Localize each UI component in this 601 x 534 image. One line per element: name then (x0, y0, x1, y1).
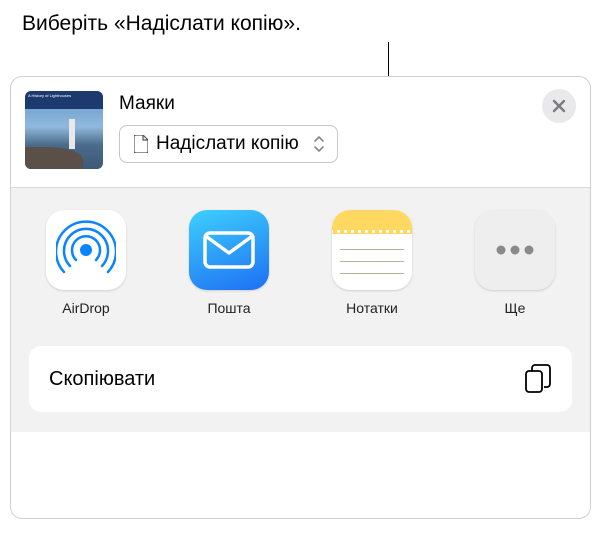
send-mode-dropdown[interactable]: Надіслати копію (119, 125, 338, 163)
action-label: Скопіювати (49, 368, 155, 391)
apps-section: AirDrop Пошта Н (11, 188, 590, 334)
copy-action[interactable]: Скопіювати (29, 346, 572, 412)
app-label: Ще (505, 300, 526, 316)
close-icon (552, 99, 566, 113)
chevron-up-down-icon (313, 135, 325, 153)
more-icon (475, 210, 555, 290)
callout-text: Виберіть «Надіслати копію». (22, 12, 301, 36)
apps-row: AirDrop Пошта Н (41, 210, 560, 316)
sheet-header: A History of Lighthouses Маяки Надіслати… (11, 77, 590, 187)
share-app-airdrop[interactable]: AirDrop (41, 210, 131, 316)
app-label: Пошта (207, 300, 250, 316)
document-icon (134, 135, 148, 153)
header-info: Маяки Надіслати копію (119, 91, 576, 163)
share-app-mail[interactable]: Пошта (184, 210, 274, 316)
close-button[interactable] (542, 89, 576, 123)
document-title: Маяки (119, 93, 576, 115)
document-thumbnail: A History of Lighthouses (25, 91, 103, 169)
app-label: AirDrop (62, 300, 109, 316)
airdrop-icon (46, 210, 126, 290)
actions-section: Скопіювати (11, 334, 590, 432)
mail-icon (189, 210, 269, 290)
app-label: Нотатки (346, 300, 398, 316)
thumb-title: A History of Lighthouses (28, 93, 71, 98)
notes-icon (332, 210, 412, 290)
share-sheet: A History of Lighthouses Маяки Надіслати… (10, 76, 591, 519)
share-app-notes[interactable]: Нотатки (327, 210, 417, 316)
dropdown-label: Надіслати копію (156, 133, 299, 155)
copy-icon (524, 364, 552, 394)
share-app-more[interactable]: Ще (470, 210, 560, 316)
